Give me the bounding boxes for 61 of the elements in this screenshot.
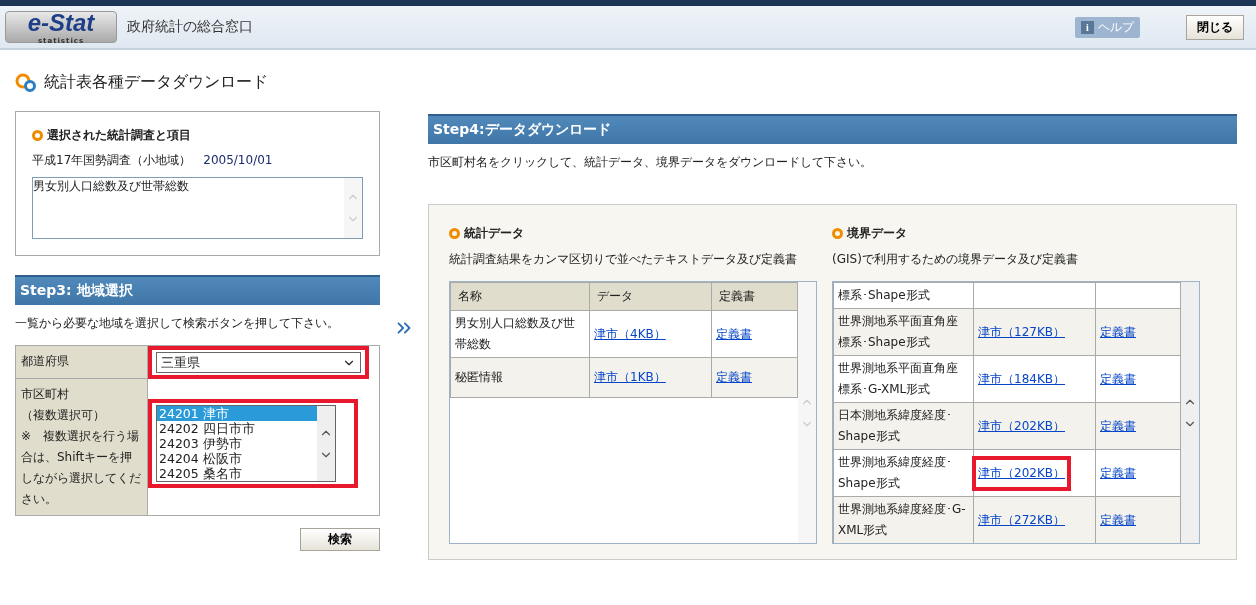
column-header: データ [589, 282, 712, 311]
portal-title: 政府統計の総合窓口 [127, 18, 254, 36]
table-cell: 世界測地系緯度経度･Shape形式 [833, 449, 974, 497]
section-description: 統計調査結果をカンマ区切りで並べたテキストデータ及び定義書 [449, 251, 798, 268]
download-link[interactable]: 津市（1KB） [588, 360, 672, 395]
list-option[interactable]: 24202 四日市市 [157, 421, 317, 436]
table-cell: 男女別人口総数及び世帯総数 [450, 310, 590, 358]
section-heading: 境界データ [847, 225, 907, 242]
definition-link[interactable]: 定義書 [710, 360, 758, 395]
download-link[interactable]: 津市（184KB） [972, 361, 1071, 397]
list-option[interactable]: 24205 桑名市 [157, 466, 317, 481]
municipality-listbox[interactable]: 24201 津市 24202 四日市市 24203 伊勢市 24204 松阪市 24205 桑名市 [156, 405, 336, 482]
section-description: (GIS)で利用するための境界データ及び定義書 [832, 251, 1079, 268]
definition-link[interactable]: 定義書 [1094, 361, 1142, 397]
survey-date: 2005/10/01 [203, 153, 273, 167]
download-link[interactable]: 津市（202KB） [972, 455, 1071, 491]
items-field[interactable]: 男女別人口総数及び世帯総数 [32, 177, 363, 239]
ring-icon [832, 228, 843, 239]
help-button[interactable]: i ヘルプ [1075, 16, 1140, 38]
instruction-text: 市区町村名をクリックして、統計データ、境界データをダウンロードして下さい。 [428, 154, 873, 171]
table-cell: 秘匿情報 [450, 357, 590, 398]
definition-link[interactable]: 定義書 [1094, 408, 1142, 444]
download-link[interactable]: 津市（272KB） [972, 502, 1071, 538]
definition-link[interactable]: 定義書 [1094, 455, 1142, 491]
item-text: 男女別人口総数及び世帯総数 [33, 178, 189, 195]
table-cell: 世界測地系平面直角座標系･G-XML形式 [833, 355, 974, 403]
instruction-text: 一覧から必要な地域を選択して検索ボタンを押して下さい。 [15, 315, 340, 332]
download-link[interactable]: 津市（127KB） [972, 314, 1071, 350]
logo-text: e-Stat [27, 9, 95, 37]
list-option[interactable]: 24204 松阪市 [157, 451, 317, 466]
label-text: 市区町村 [21, 386, 70, 403]
step-header: Step4:データダウンロード [428, 114, 1237, 144]
table-cell: 標系･Shape形式 [833, 282, 974, 309]
info-icon: i [1081, 20, 1094, 34]
help-note: ※ 複数選択を行う場合は、Shiftキーを押しながら選択してください。 [21, 428, 142, 508]
definition-link[interactable]: 定義書 [1094, 502, 1142, 538]
scrollbar[interactable] [1181, 282, 1199, 543]
prefecture-select[interactable]: 三重県 [156, 352, 361, 373]
rings-icon [15, 72, 37, 93]
download-link[interactable]: 津市（202KB） [972, 408, 1071, 444]
survey-name: 平成17年国勢調査（小地域） [32, 153, 192, 167]
column-header: 名称 [450, 282, 590, 311]
section-heading: 選択された統計調査と項目 [47, 127, 191, 144]
search-button[interactable]: 検索 [300, 528, 380, 551]
download-link[interactable]: 津市（4KB） [588, 316, 672, 352]
ring-icon [32, 130, 43, 141]
definition-link[interactable]: 定義書 [1094, 314, 1142, 350]
list-option[interactable]: 24203 伊勢市 [157, 436, 317, 451]
table-cell: 世界測地系緯度経度･G-XML形式 [833, 496, 974, 543]
scrollbar[interactable] [317, 406, 335, 481]
table-cell: 世界測地系平面直角座標系･Shape形式 [833, 308, 974, 356]
page-title: 統計表各種データダウンロード [44, 72, 268, 93]
section-heading: 統計データ [464, 225, 524, 242]
ring-icon [449, 228, 460, 239]
column-header: 定義書 [711, 282, 798, 311]
close-button[interactable]: 閉じる [1186, 14, 1244, 40]
label-note: （複数選択可） [21, 407, 106, 424]
step-header: Step3: 地域選択 [15, 275, 380, 305]
table-cell: 日本測地系緯度経度･Shape形式 [833, 402, 974, 450]
definition-link[interactable]: 定義書 [710, 316, 758, 352]
label-cell: 都道府県 [16, 346, 148, 379]
